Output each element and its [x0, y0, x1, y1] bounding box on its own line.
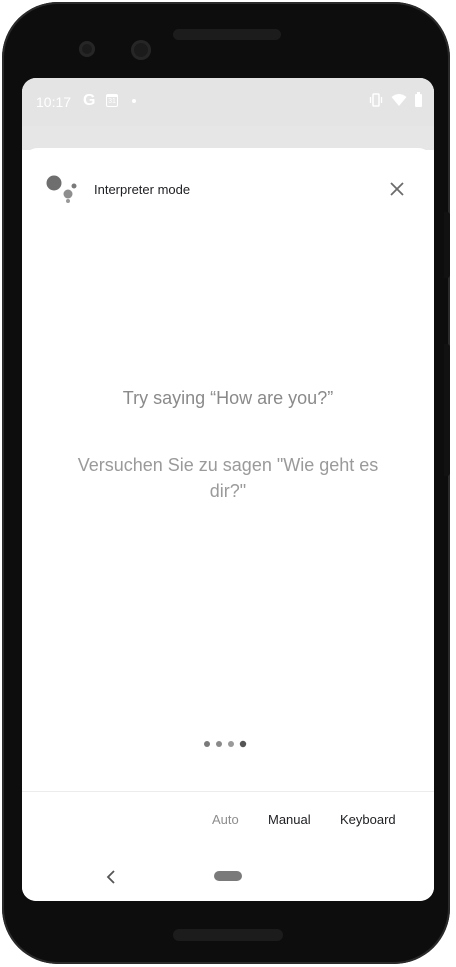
home-pill-icon[interactable] [214, 871, 242, 881]
close-button[interactable] [382, 174, 412, 204]
wifi-icon [391, 94, 407, 106]
mode-tabs: Auto Manual Keyboard [22, 812, 434, 836]
screen: 10:17 G 31 Interpreter mode Try saying “… [22, 78, 434, 901]
status-icons [369, 91, 422, 107]
listening-dots-icon [204, 740, 247, 748]
tab-auto[interactable]: Auto [212, 812, 239, 827]
background-scrim [22, 126, 434, 150]
calendar-icon: 31 [106, 94, 118, 107]
prompt-translated-text: Versuchen Sie zu sagen "Wie geht es dir?… [77, 455, 379, 501]
earpiece-speaker [173, 29, 281, 40]
notification-dot [132, 99, 136, 103]
phone-frame: 10:17 G 31 Interpreter mode Try saying “… [2, 2, 450, 964]
back-icon[interactable] [104, 868, 118, 886]
vibrate-icon [369, 93, 383, 107]
google-assistant-icon [46, 175, 77, 203]
system-nav-bar [22, 858, 434, 898]
status-time: 10:17 [36, 94, 72, 110]
bottom-speaker [173, 929, 283, 941]
volume-button [444, 344, 450, 476]
divider [22, 791, 434, 792]
power-button [444, 212, 450, 278]
tab-manual[interactable]: Manual [268, 812, 311, 827]
interpreter-sheet: Interpreter mode Try saying “How are you… [22, 148, 434, 901]
front-camera-right [131, 40, 151, 60]
tab-keyboard[interactable]: Keyboard [340, 812, 396, 827]
prompt-text: Try saying “How are you?” [122, 388, 334, 408]
battery-icon [415, 91, 422, 107]
close-icon [390, 182, 404, 196]
sheet-header: Interpreter mode [22, 148, 434, 228]
status-bar: 10:17 G 31 [22, 78, 434, 126]
header-title: Interpreter mode [94, 182, 191, 197]
front-camera-left [79, 41, 95, 57]
google-icon: G [83, 92, 96, 109]
